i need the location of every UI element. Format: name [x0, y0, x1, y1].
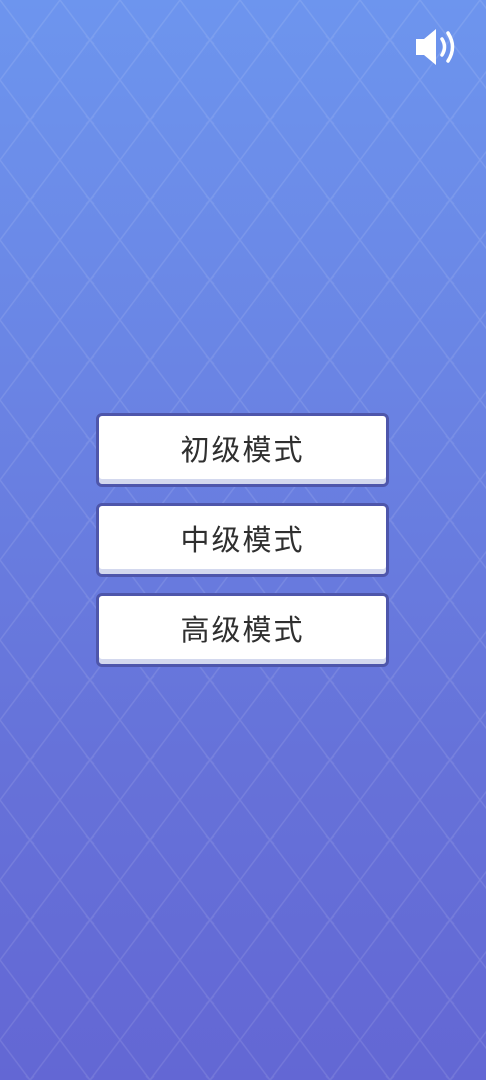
intermediate-mode-label: 中级模式	[180, 523, 305, 557]
game-start-screen: 初级模式 中级模式 高级模式	[0, 0, 486, 1080]
beginner-mode-button[interactable]: 初级模式	[96, 413, 389, 487]
beginner-mode-label: 初级模式	[180, 433, 305, 467]
mode-menu: 初级模式 中级模式 高级模式	[96, 413, 389, 683]
sound-toggle-button[interactable]	[410, 24, 460, 70]
advanced-mode-label: 高级模式	[180, 613, 305, 647]
intermediate-mode-button[interactable]: 中级模式	[96, 503, 389, 577]
speaker-icon	[416, 29, 455, 65]
advanced-mode-button[interactable]: 高级模式	[96, 593, 389, 667]
